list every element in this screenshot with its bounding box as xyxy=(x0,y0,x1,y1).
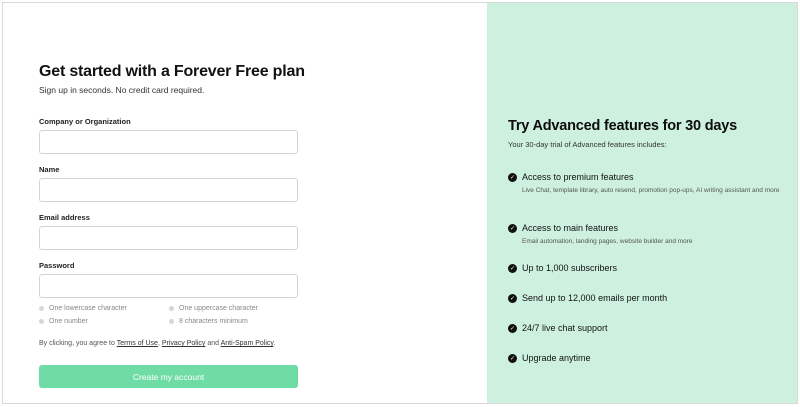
requirement-number: One number xyxy=(39,318,88,325)
terms-prefix: By clicking, you agree to xyxy=(39,340,117,347)
feature-title: 24/7 live chat support xyxy=(522,323,608,333)
check-circle-icon: ✓ xyxy=(508,354,517,363)
create-account-button[interactable]: Create my account xyxy=(39,365,298,388)
feature-title: Upgrade anytime xyxy=(522,353,591,363)
privacy-policy-link[interactable]: Privacy Policy xyxy=(162,340,206,347)
requirement-uppercase: One uppercase character xyxy=(169,305,258,312)
signup-form-panel: Get started with a Forever Free plan Sig… xyxy=(3,3,487,403)
check-circle-icon: ✓ xyxy=(508,173,517,182)
requirement-label: One uppercase character xyxy=(179,305,258,312)
feature-description: Live Chat, template library, auto resend… xyxy=(522,187,780,194)
name-label: Name xyxy=(39,165,60,174)
trial-features-panel: Try Advanced features for 30 days Your 3… xyxy=(487,3,797,403)
password-input[interactable] xyxy=(39,274,298,298)
check-circle-icon: ✓ xyxy=(508,324,517,333)
email-input[interactable] xyxy=(39,226,298,250)
requirement-label: One lowercase character xyxy=(49,305,127,312)
email-label: Email address xyxy=(39,213,90,222)
requirement-label: 8 characters minimum xyxy=(179,318,248,325)
feature-title: Send up to 12,000 emails per month xyxy=(522,293,668,303)
signup-page: Get started with a Forever Free plan Sig… xyxy=(2,2,798,404)
feature-title: Up to 1,000 subscribers xyxy=(522,263,618,273)
dot-icon xyxy=(169,319,174,324)
dot-icon xyxy=(39,306,44,311)
dot-icon xyxy=(169,306,174,311)
check-circle-icon: ✓ xyxy=(508,224,517,233)
check-circle-icon: ✓ xyxy=(508,264,517,273)
feature-description: Email automation, landing pages, website… xyxy=(522,238,693,245)
feature-title: Access to premium features xyxy=(522,172,634,182)
requirement-lowercase: One lowercase character xyxy=(39,305,127,312)
requirement-min-length: 8 characters minimum xyxy=(169,318,248,325)
page-subtitle: Sign up in seconds. No credit card requi… xyxy=(39,85,205,95)
password-label: Password xyxy=(39,261,75,270)
terms-suffix: . xyxy=(273,340,276,347)
terms-separator: and xyxy=(205,340,221,347)
anti-spam-policy-link[interactable]: Anti-Spam Policy xyxy=(221,340,274,347)
feature-title: Access to main features xyxy=(522,223,619,233)
dot-icon xyxy=(39,319,44,324)
trial-subtitle: Your 30-day trial of Advanced features i… xyxy=(508,140,667,149)
terms-of-use-link[interactable]: Terms of Use xyxy=(117,340,158,347)
page-title: Get started with a Forever Free plan xyxy=(39,63,305,80)
name-input[interactable] xyxy=(39,178,298,202)
check-circle-icon: ✓ xyxy=(508,294,517,303)
company-input[interactable] xyxy=(39,130,298,154)
company-label: Company or Organization xyxy=(39,117,131,126)
requirement-label: One number xyxy=(49,318,88,325)
terms-notice: By clicking, you agree to Terms of Use, … xyxy=(39,340,275,347)
trial-title: Try Advanced features for 30 days xyxy=(508,118,737,134)
